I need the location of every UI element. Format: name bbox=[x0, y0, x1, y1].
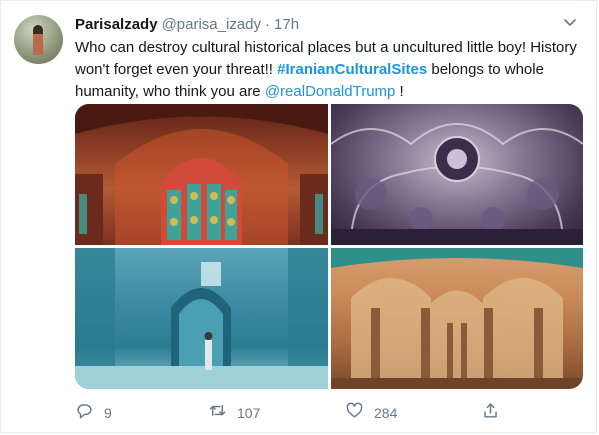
reply-count: 9 bbox=[104, 405, 112, 421]
retweet-count: 107 bbox=[237, 405, 261, 421]
photo-3[interactable] bbox=[75, 248, 328, 389]
user-handle[interactable]: @parisa_izady bbox=[162, 16, 261, 33]
heart-icon bbox=[345, 401, 364, 425]
photo-4[interactable] bbox=[331, 248, 583, 389]
tweet-header: Parisalzady @parisa_izady · 17h bbox=[75, 14, 582, 34]
share-button[interactable] bbox=[481, 401, 500, 425]
like-count: 284 bbox=[374, 405, 398, 421]
photo-1[interactable] bbox=[75, 104, 328, 245]
photo-2[interactable] bbox=[331, 104, 583, 245]
tweet-card[interactable]: Parisalzady @parisa_izady · 17h Who can … bbox=[0, 0, 597, 433]
display-name[interactable]: Parisalzady bbox=[75, 16, 158, 33]
reply-button[interactable]: 9 bbox=[75, 401, 112, 425]
chevron-down-icon[interactable] bbox=[562, 14, 578, 30]
media-grid bbox=[75, 104, 583, 389]
like-button[interactable]: 284 bbox=[345, 401, 397, 425]
retweet-button[interactable]: 107 bbox=[208, 401, 260, 425]
avatar-figure bbox=[33, 25, 43, 55]
tweet-text: Who can destroy cultural historical plac… bbox=[75, 37, 585, 103]
tweet-actions: 9 107 284 bbox=[75, 401, 555, 425]
separator-dot: · bbox=[265, 15, 271, 33]
tweet-text-part3: ! bbox=[395, 83, 404, 100]
mention-link[interactable]: @realDonaldTrump bbox=[265, 83, 396, 100]
reply-icon bbox=[75, 401, 94, 425]
share-icon bbox=[481, 401, 500, 425]
timestamp[interactable]: 17h bbox=[274, 16, 299, 33]
retweet-icon bbox=[208, 401, 227, 425]
hashtag-link[interactable]: #IranianCulturalSites bbox=[277, 61, 427, 78]
avatar[interactable] bbox=[14, 15, 63, 64]
